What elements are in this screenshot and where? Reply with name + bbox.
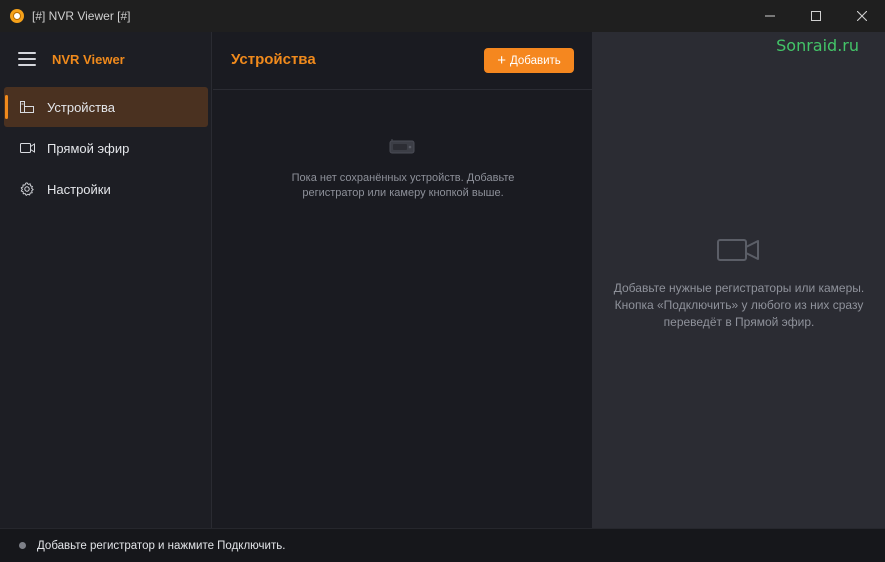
sidebar-item-label: Настройки: [47, 181, 111, 197]
app-brand: NVR Viewer: [52, 51, 125, 67]
sidebar-header: NVR Viewer: [0, 32, 211, 86]
preview-hint: Добавьте нужные регистраторы или камеры.…: [596, 280, 882, 331]
sidebar-item-label: Прямой эфир: [47, 140, 130, 156]
add-device-button[interactable]: + Добавить: [484, 48, 574, 73]
minimize-button[interactable]: [747, 0, 793, 32]
maximize-icon: [811, 11, 821, 21]
window-title: [#] NVR Viewer [#]: [32, 9, 131, 23]
maximize-button[interactable]: [793, 0, 839, 32]
hamburger-icon[interactable]: [18, 52, 36, 66]
camera-icon: [19, 140, 35, 156]
empty-state-text: Пока нет сохранённых устройств. Добавьте…: [253, 171, 553, 201]
close-button[interactable]: [839, 0, 885, 32]
recorder-icon: [389, 139, 415, 154]
sidebar-item-devices[interactable]: Устройства: [4, 87, 208, 127]
sidebar-item-label: Устройства: [47, 99, 116, 115]
status-bar: Добавьте регистратор и нажмите Подключит…: [0, 528, 885, 562]
gear-icon: [19, 181, 35, 197]
preview-hint-line: переведёт в Прямой эфир.: [663, 315, 815, 329]
window-controls: [747, 0, 885, 32]
devices-header: Устройства + Добавить: [213, 32, 592, 90]
preview-panel: Sonraid.ru Добавьте нужные регистраторы …: [592, 32, 885, 528]
empty-state-line: Пока нет сохранённых устройств. Добавьте: [291, 172, 515, 184]
sidebar: NVR Viewer Устройства Прямой эфир Настро…: [0, 32, 212, 528]
close-icon: [857, 11, 867, 21]
empty-state-line: регистратор или камеру кнопкой выше.: [302, 187, 504, 199]
status-text: Добавьте регистратор и нажмите Подключит…: [37, 539, 286, 552]
preview-hint-line: Добавьте нужные регистраторы или камеры.: [613, 281, 865, 295]
app-logo-icon: [10, 9, 24, 23]
status-indicator: [19, 542, 26, 549]
add-button-label: Добавить: [509, 54, 561, 67]
minimize-icon: [765, 15, 775, 17]
title-bar: [#] NVR Viewer [#]: [0, 0, 885, 32]
devices-panel: Устройства + Добавить Пока нет сохранённ…: [213, 32, 592, 528]
preview-hint-line: Кнопка «Подключить» у любого из них сраз…: [614, 298, 864, 312]
sidebar-item-live[interactable]: Прямой эфир: [4, 128, 208, 168]
devices-icon: [19, 99, 35, 115]
sidebar-item-settings[interactable]: Настройки: [4, 169, 208, 209]
plus-icon: +: [497, 52, 506, 69]
watermark: Sonraid.ru: [776, 36, 859, 55]
page-title: Устройства: [231, 51, 316, 68]
camera-icon: [717, 239, 759, 261]
